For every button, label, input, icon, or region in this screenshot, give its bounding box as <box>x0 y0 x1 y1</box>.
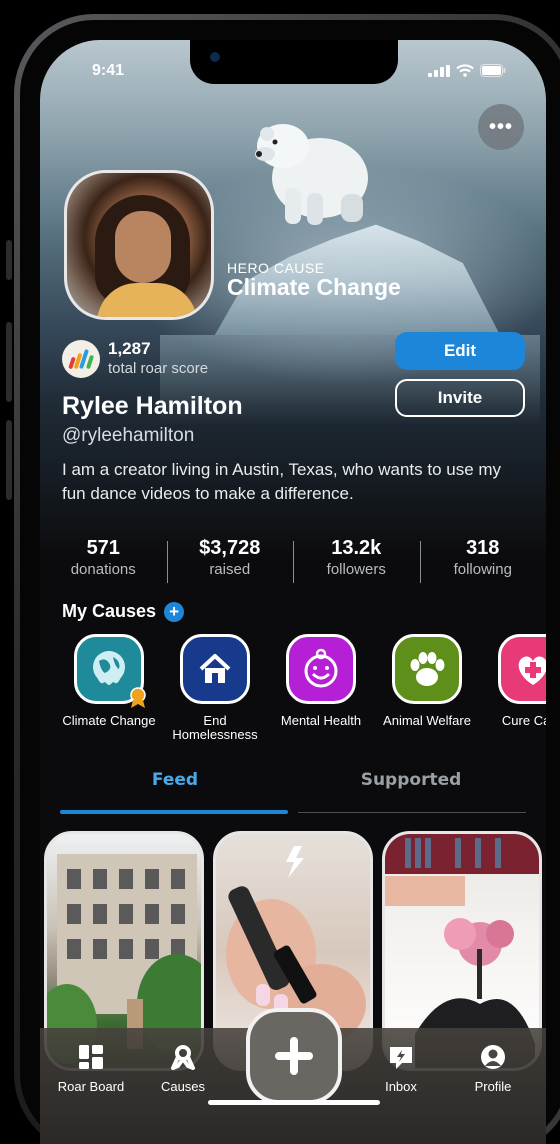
cause-animal-welfare[interactable]: Animal Welfare <box>372 634 482 728</box>
stat-followers[interactable]: 13.2k followers <box>293 537 420 585</box>
cause-climate-change[interactable]: Climate Change <box>54 634 164 728</box>
stat-label: following <box>453 561 512 578</box>
invite-button[interactable]: Invite <box>395 379 525 417</box>
nav-roar-board[interactable]: Roar Board <box>46 1044 136 1094</box>
nav-causes[interactable]: Causes <box>138 1044 228 1094</box>
mute-switch <box>6 240 12 280</box>
roar-board-icon <box>79 1045 103 1069</box>
heart-plus-icon <box>498 634 546 704</box>
cause-mental-health[interactable]: Mental Health <box>266 634 376 728</box>
ribbon-icon <box>171 1045 195 1070</box>
stat-following[interactable]: 318 following <box>419 537 547 585</box>
stat-raised[interactable]: $3,728 raised <box>166 537 294 585</box>
volume-up-button <box>6 322 12 402</box>
status-time: 9:41 <box>92 62 125 79</box>
hero-cause-name[interactable]: Climate Change <box>227 274 401 301</box>
create-post-button[interactable] <box>246 1008 342 1104</box>
stat-value: 13.2k <box>331 537 382 559</box>
my-causes-title: My Causes <box>62 601 157 621</box>
stat-donations[interactable]: 571 donations <box>40 537 167 585</box>
cause-end-homelessness[interactable]: End Homelessness <box>160 634 270 742</box>
front-camera <box>210 52 220 62</box>
cause-cure-cancer[interactable]: Cure Canc <box>478 634 546 728</box>
paw-icon <box>392 634 462 704</box>
avatar[interactable] <box>64 170 214 320</box>
cause-label: Climate Change <box>62 713 156 728</box>
nav-label: Profile <box>474 1079 512 1094</box>
roar-score-icon <box>62 340 100 378</box>
add-cause-icon[interactable]: + <box>164 601 185 622</box>
volume-down-button <box>6 420 12 500</box>
cause-label: Cure Canc <box>501 713 546 728</box>
nav-inbox[interactable]: Inbox <box>356 1044 446 1094</box>
tab-feed[interactable]: Feed <box>60 770 290 790</box>
wifi-icon <box>456 64 474 77</box>
stat-label: followers <box>326 561 386 578</box>
status-icons <box>428 64 506 77</box>
roar-score-value: 1,287 <box>108 339 151 358</box>
inbox-icon <box>390 1047 412 1069</box>
profile-bio: I am a creator living in Austin, Texas, … <box>62 460 502 503</box>
stat-value: 571 <box>86 537 120 559</box>
smile-icon <box>286 634 356 704</box>
roar-score-label: total roar score <box>108 360 209 377</box>
profile-handle: @ryleehamilton <box>62 425 195 446</box>
polar-bear-image <box>255 124 368 225</box>
stat-value: $3,728 <box>199 537 261 559</box>
cause-label: Mental Health <box>280 713 362 728</box>
app-screen: 9:41 ••• HERO CAUSE Climate Change 1,287… <box>40 40 546 1144</box>
stat-value: 318 <box>466 537 500 559</box>
nav-label: Inbox <box>385 1079 417 1094</box>
avatar-face <box>115 211 171 283</box>
nav-label: Causes <box>160 1079 206 1094</box>
more-dots-icon: ••• <box>488 115 513 138</box>
edit-button[interactable]: Edit <box>395 332 525 370</box>
tab-indicator-inactive <box>298 812 526 813</box>
my-causes-header: My Causes + <box>62 601 185 622</box>
plus-icon <box>275 1037 313 1075</box>
more-options-button[interactable]: ••• <box>478 104 524 150</box>
profile-icon <box>481 1045 505 1069</box>
profile-stats: 571 donations $3,728 raised 13.2k follow… <box>40 537 546 585</box>
award-ribbon-icon <box>130 687 146 708</box>
nav-label: Roar Board <box>57 1079 125 1094</box>
bottom-navigation: Roar Board Causes Inbox Profile <box>40 1008 546 1144</box>
stat-label: donations <box>70 561 136 578</box>
lightning-icon <box>286 846 304 878</box>
stat-label: raised <box>209 561 251 578</box>
nav-profile[interactable]: Profile <box>448 1044 538 1094</box>
cause-label: Animal Welfare <box>383 713 471 728</box>
cause-label: End Homelessness <box>172 713 258 742</box>
tab-supported[interactable]: Supported <box>296 770 526 790</box>
notch <box>190 40 398 84</box>
battery-icon <box>480 64 506 77</box>
tab-indicator-active <box>60 810 288 814</box>
signal-icon <box>428 64 450 77</box>
home-indicator <box>208 1100 380 1105</box>
profile-tabs: Feed Supported <box>40 770 546 818</box>
globe-icon <box>74 634 146 708</box>
profile-name: Rylee Hamilton <box>62 392 243 420</box>
house-icon <box>180 634 250 704</box>
